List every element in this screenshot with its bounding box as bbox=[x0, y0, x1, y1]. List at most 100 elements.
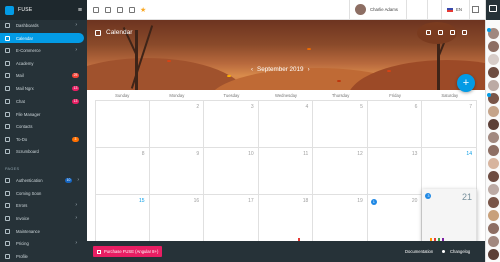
coming-soon-icon bbox=[5, 190, 10, 196]
sidebar-item-pricing[interactable]: Pricing › bbox=[0, 238, 84, 248]
week-view-icon[interactable] bbox=[450, 30, 455, 35]
day-cell[interactable]: 12 bbox=[313, 148, 368, 195]
day-cell[interactable]: 19 bbox=[313, 195, 368, 242]
day-cell[interactable]: 15 bbox=[95, 195, 150, 242]
sidebar-item-mail-ngrx[interactable]: Mail Ngrx 13 bbox=[0, 83, 84, 93]
sidebar-item-errors[interactable]: Errors › bbox=[0, 200, 84, 210]
contact-avatar[interactable] bbox=[488, 132, 499, 143]
maintenance-icon bbox=[5, 228, 10, 234]
todo-shortcut-icon[interactable] bbox=[129, 6, 135, 13]
day-cell[interactable]: 20 1 bbox=[367, 195, 423, 242]
separator-dot bbox=[442, 250, 445, 253]
quick-panel-toggle-icon[interactable] bbox=[472, 6, 479, 13]
pricing-icon bbox=[5, 240, 10, 246]
day-cell[interactable]: 17 bbox=[204, 195, 259, 242]
documentation-link[interactable]: Documentation bbox=[405, 249, 433, 254]
day-cell[interactable] bbox=[95, 101, 150, 148]
sidebar-item-authentication[interactable]: Authentication 10 › bbox=[0, 175, 84, 185]
sidebar-item-chat[interactable]: Chat 13 bbox=[0, 96, 84, 106]
sidebar-item-coming-soon[interactable]: Coming Soon bbox=[0, 188, 84, 198]
day-number: 2 bbox=[196, 104, 200, 110]
contact-avatar[interactable] bbox=[488, 249, 499, 260]
sidebar-item-mail[interactable]: Mail 25 bbox=[0, 70, 84, 80]
sidebar-item-label: E-Commerce bbox=[16, 47, 41, 53]
chevron-right-icon[interactable]: › bbox=[308, 67, 310, 73]
day-cell[interactable]: 18 bbox=[258, 195, 314, 242]
sidebar-item-file-manager[interactable]: File Manager bbox=[0, 109, 84, 119]
calendar-grid: Sunday Monday Tuesday Wednesday Thursday Frid… bbox=[95, 90, 477, 242]
chat-shortcut-icon[interactable] bbox=[117, 6, 123, 13]
day-number: 7 bbox=[469, 104, 472, 110]
authentication-icon bbox=[5, 177, 10, 183]
contact-avatar[interactable] bbox=[488, 41, 499, 52]
avatar bbox=[355, 4, 366, 15]
sidebar-item-dashboards[interactable]: Dashboards › bbox=[0, 20, 84, 30]
day-cell[interactable]: 16 bbox=[149, 195, 205, 242]
chat-icon[interactable] bbox=[489, 5, 497, 12]
day-number: 4 bbox=[305, 104, 309, 110]
day-number: 19 bbox=[357, 198, 363, 204]
contact-avatar[interactable] bbox=[488, 54, 499, 65]
contact-avatar[interactable] bbox=[488, 80, 499, 91]
contacts-icon bbox=[5, 123, 10, 129]
day-cell[interactable]: 3 bbox=[204, 101, 259, 148]
sidebar-item-academy[interactable]: Academy bbox=[0, 58, 84, 68]
day-cell[interactable]: 2 bbox=[149, 101, 205, 148]
day-cell[interactable]: 6 bbox=[367, 101, 423, 148]
star-icon[interactable]: ★ bbox=[140, 6, 146, 14]
sidebar-item-e-commerce[interactable]: E-Commerce › bbox=[0, 45, 84, 55]
calendar-shortcut-icon[interactable] bbox=[93, 6, 99, 13]
contact-avatar[interactable] bbox=[488, 210, 499, 221]
day-cell[interactable]: 10 bbox=[204, 148, 259, 195]
contact-avatar[interactable] bbox=[488, 106, 499, 117]
page-title: Calendar bbox=[95, 29, 132, 36]
day-cell[interactable]: 5 bbox=[313, 101, 368, 148]
contact-avatar[interactable] bbox=[488, 158, 499, 169]
sidebar-item-maintenance[interactable]: Maintenance bbox=[0, 226, 84, 236]
sidebar-item-scrumboard[interactable]: Scrumboard bbox=[0, 146, 84, 156]
purchase-label: Purchase FUSE (Angular 8+) bbox=[104, 249, 159, 254]
day-cell[interactable]: 4 bbox=[258, 101, 314, 148]
sidebar-header: FUSE ≡ bbox=[0, 0, 87, 20]
day-cell[interactable]: 13 bbox=[367, 148, 423, 195]
day-cell[interactable]: 9 bbox=[149, 148, 205, 195]
event-count-badge[interactable]: 3 bbox=[425, 193, 432, 199]
changelog-link[interactable]: Changelog bbox=[450, 249, 470, 254]
contact-avatar[interactable] bbox=[488, 67, 499, 78]
sidebar-item-to-do[interactable]: To-Do 3 bbox=[0, 134, 84, 144]
contact-avatar[interactable] bbox=[488, 184, 499, 195]
purchase-button[interactable]: Purchase FUSE (Angular 8+) bbox=[93, 246, 163, 257]
day-cell[interactable]: 11 bbox=[258, 148, 314, 195]
contact-avatar[interactable] bbox=[488, 145, 499, 156]
weekday-header: Wednesday bbox=[258, 90, 314, 101]
event-count-badge[interactable]: 1 bbox=[370, 199, 377, 205]
menu-icon[interactable]: ≡ bbox=[78, 7, 82, 14]
sidebar-item-contacts[interactable]: Contacts bbox=[0, 121, 84, 131]
sidebar-item-profile[interactable]: Profile bbox=[0, 251, 84, 261]
count-badge: 3 bbox=[72, 136, 79, 142]
contacts-panel bbox=[485, 0, 500, 262]
academy-icon bbox=[5, 60, 10, 66]
day-cell[interactable]: 7 bbox=[422, 101, 477, 148]
chevron-left-icon[interactable]: ‹ bbox=[251, 67, 253, 73]
day-cell[interactable]: 14 bbox=[422, 148, 477, 195]
contact-avatar[interactable] bbox=[488, 171, 499, 182]
user-menu[interactable]: Charlie Adams bbox=[355, 4, 398, 15]
day-cell[interactable]: 8 bbox=[95, 148, 150, 195]
sidebar-item-label: Profile bbox=[16, 253, 28, 259]
weekday-header: Friday bbox=[367, 90, 423, 101]
day-cell[interactable]: 21 3 bbox=[422, 189, 477, 242]
contact-avatar[interactable] bbox=[488, 236, 499, 247]
mail-shortcut-icon[interactable] bbox=[105, 6, 111, 13]
month-view-icon[interactable] bbox=[462, 30, 467, 35]
today-icon[interactable] bbox=[426, 30, 431, 35]
contact-avatar[interactable] bbox=[488, 223, 499, 234]
language-switcher[interactable]: EN bbox=[447, 7, 462, 12]
sidebar-item-invoice[interactable]: Invoice › bbox=[0, 213, 84, 223]
sidebar-item-calendar[interactable]: Calendar bbox=[0, 33, 84, 43]
day-number: 9 bbox=[196, 151, 200, 157]
day-view-icon[interactable] bbox=[438, 30, 443, 35]
language-label: EN bbox=[456, 7, 462, 12]
contact-avatar[interactable] bbox=[488, 119, 499, 130]
contact-avatar[interactable] bbox=[488, 197, 499, 208]
